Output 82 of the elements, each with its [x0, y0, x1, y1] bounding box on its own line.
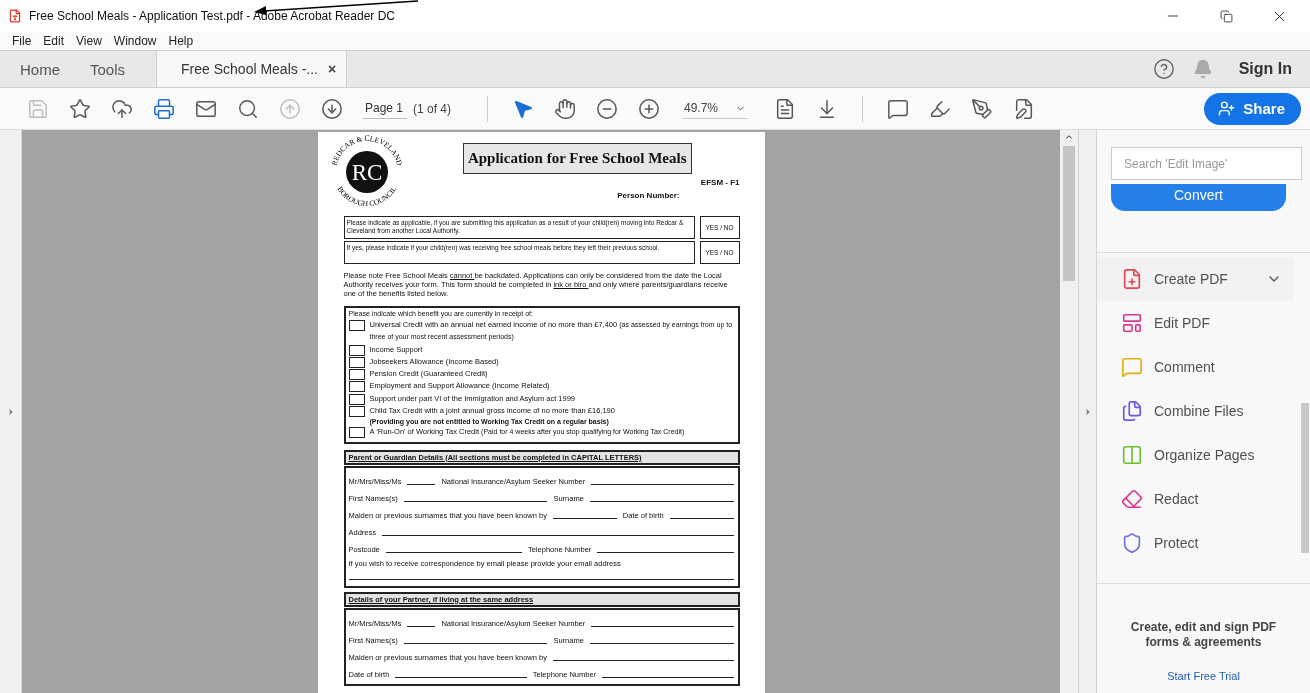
checkbox[interactable]: [348, 356, 365, 368]
zoom-in-icon[interactable]: [638, 97, 660, 120]
tool-item[interactable]: Combine Files: [1097, 389, 1294, 433]
search-field[interactable]: Search 'Edit Image': [1111, 147, 1302, 180]
tool-item[interactable]: Organize Pages: [1097, 433, 1294, 477]
search-icon[interactable]: [237, 97, 259, 120]
comment-icon[interactable]: [887, 97, 909, 120]
scroll-up-icon[interactable]: [1064, 132, 1074, 142]
window-title: Free School Meals - Application Test.pdf - Adobe Acrobat Reader DC: [29, 9, 396, 23]
scrollbar-thumb[interactable]: [1301, 403, 1309, 553]
fill-in-line[interactable]: [403, 500, 548, 502]
menu-item[interactable]: Help: [162, 34, 200, 48]
sign-in-link[interactable]: Sign In: [1238, 60, 1292, 78]
fill-in-line[interactable]: [589, 642, 734, 644]
pen-icon[interactable]: [971, 97, 993, 120]
promo-text: Create, edit and sign PDF forms & agreements: [1129, 620, 1278, 650]
menu-item[interactable]: File: [6, 34, 38, 48]
tool-item[interactable]: Edit PDF: [1097, 301, 1294, 345]
form-code: EFSM - F1: [700, 178, 740, 187]
page-fit-icon[interactable]: [774, 97, 796, 120]
fill-in-line[interactable]: [602, 676, 734, 678]
star-icon[interactable]: [69, 97, 91, 120]
fill-in-line[interactable]: [669, 517, 734, 519]
fill-in-line[interactable]: [552, 659, 734, 661]
shield-icon: [1121, 532, 1143, 554]
fill-in-line[interactable]: [403, 642, 548, 644]
checkbox[interactable]: [348, 393, 365, 405]
file-plus-icon: [1121, 268, 1143, 290]
menu-item[interactable]: Edit: [37, 34, 71, 48]
checkbox[interactable]: [348, 369, 365, 381]
columns-icon: [1121, 444, 1143, 466]
fill-in-line[interactable]: [348, 578, 734, 580]
tool-item[interactable]: Redact: [1097, 477, 1294, 521]
tool-item[interactable]: Comment: [1097, 345, 1294, 389]
eraser-icon: [1121, 488, 1143, 510]
vertical-scrollbar[interactable]: [1060, 130, 1078, 693]
close-tab-button[interactable]: ×: [328, 61, 337, 77]
help-icon[interactable]: [1152, 58, 1175, 80]
share-button[interactable]: Share: [1204, 92, 1301, 125]
fill-in-line[interactable]: [591, 625, 734, 627]
fill-in-line[interactable]: [597, 551, 734, 553]
checkbox[interactable]: [348, 406, 365, 418]
fill-in-line[interactable]: [382, 534, 734, 536]
fill-in-line[interactable]: [552, 517, 617, 519]
arrow-down-icon[interactable]: [321, 97, 343, 120]
checkbox[interactable]: [348, 381, 365, 393]
hand-icon[interactable]: [554, 97, 576, 120]
zoom-out-icon[interactable]: [596, 97, 618, 120]
printer-icon[interactable]: [153, 97, 175, 120]
tool-item[interactable]: Protect: [1097, 521, 1294, 565]
menu-item[interactable]: Window: [107, 34, 163, 48]
fill-in-line[interactable]: [385, 551, 522, 553]
logo-monogram: RC: [345, 151, 388, 193]
tab[interactable]: Home: [5, 51, 75, 87]
form-title: Application for Free School Meals: [462, 143, 692, 174]
pdf-file-icon: [8, 9, 22, 23]
page-count: (1 of 4): [413, 101, 451, 116]
fill-in-line[interactable]: [591, 483, 734, 485]
file-pen-icon[interactable]: [1013, 97, 1035, 120]
fill-in-line[interactable]: [395, 676, 527, 678]
convert-button[interactable]: Convert: [1111, 184, 1286, 211]
comment-icon: [1121, 356, 1143, 378]
fill-in-line[interactable]: [407, 625, 436, 627]
tab[interactable]: Tools: [75, 51, 141, 87]
add-user-icon: [1218, 100, 1236, 117]
files-icon: [1121, 400, 1143, 422]
scrollbar-thumb[interactable]: [1063, 146, 1075, 281]
person-number-label: Person Number:: [617, 191, 680, 200]
checkbox[interactable]: [348, 344, 365, 356]
restore-icon[interactable]: [1219, 9, 1233, 23]
checkbox[interactable]: [348, 427, 365, 439]
fill-in-line[interactable]: [589, 500, 734, 502]
layout-icon: [1121, 312, 1143, 334]
cloud-upload-icon[interactable]: [111, 97, 133, 120]
page-field[interactable]: Page 1: [363, 98, 407, 119]
checkbox[interactable]: [348, 320, 365, 331]
tool-item[interactable]: Create PDF: [1097, 257, 1294, 301]
tab[interactable]: Free School Meals -... ×: [156, 51, 348, 87]
free-trial-link[interactable]: Start Free Trial: [1167, 670, 1240, 682]
fill-in-line[interactable]: [407, 483, 436, 485]
zoom-field[interactable]: 49.7%: [682, 98, 748, 119]
menu-item[interactable]: View: [70, 34, 108, 48]
